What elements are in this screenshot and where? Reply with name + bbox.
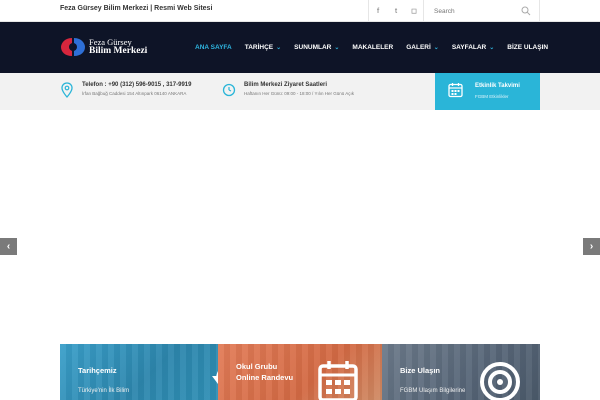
- event-calendar-link[interactable]: Etkinlik Takvimi FGBM Etkinlikler: [435, 73, 540, 110]
- calendar-icon: [318, 361, 358, 400]
- chevron-down-icon: ⌄: [334, 45, 340, 51]
- nav-item-tarihce[interactable]: TARİHÇE ⌄: [245, 44, 281, 51]
- card-subtitle: FGBM Ulaşım Bilgilerine: [400, 388, 466, 394]
- search-box: [423, 0, 540, 22]
- chevron-down-icon: ⌄: [489, 45, 495, 51]
- card-title: Okul Grubu Online Randevu: [236, 362, 293, 383]
- hours-info: Bilim Merkezi Ziyaret Saatleri Haftanın …: [222, 82, 354, 98]
- feature-card-contact[interactable]: Bize Ulaşın FGBM Ulaşım Bilgilerine: [382, 344, 540, 400]
- nav-item-makaleler[interactable]: MAKALELER: [352, 44, 393, 51]
- nav-menu: ANA SAYFA TARİHÇE ⌄ SUNUMLAR ⌄ MAKALELER…: [195, 22, 561, 73]
- card-title-line1: Okul Grubu: [236, 362, 278, 371]
- nav-item-ana-sayfa[interactable]: ANA SAYFA: [195, 44, 232, 51]
- social-links: f t ◻: [368, 0, 423, 22]
- card-title: Bize Ulaşın: [400, 366, 441, 375]
- site-title: Feza Gürsey Bilim Merkezi | Resmi Web Si…: [60, 5, 213, 12]
- nav-item-galeri[interactable]: GALERİ ⌄: [406, 44, 439, 51]
- logo-line1: Feza Gürsey: [89, 36, 132, 47]
- nav-item-label: MAKALELER: [352, 44, 394, 51]
- card-title: Tarihçemiz: [78, 366, 117, 375]
- chevron-down-icon: ⌄: [276, 45, 282, 51]
- facebook-icon[interactable]: f: [369, 0, 387, 22]
- hero-slider: ‹ ›: [0, 110, 600, 344]
- nav-item-label: BİZE ULAŞIN: [507, 44, 549, 51]
- nav-item-label: SAYFALAR: [451, 44, 487, 51]
- logo-icon: [61, 38, 85, 56]
- nav-item-label: GALERİ: [406, 44, 431, 51]
- calendar-icon: [448, 83, 463, 98]
- target-icon: [480, 362, 520, 400]
- phone-info-title: Telefon : +90 (312) 596-9015 , 317-9919: [82, 82, 192, 88]
- search-icon[interactable]: [521, 6, 531, 16]
- calendar-title: Etkinlik Takvimi: [475, 83, 520, 89]
- card-subtitle: Türkiye'nin İlk Bilim: [78, 388, 130, 394]
- phone-info-address: İrfan Bağbuğ Caddesi 154 Altınpark 06140…: [82, 91, 187, 96]
- slider-next-button[interactable]: ›: [583, 238, 600, 255]
- logo-text: Feza Gürsey Bilim Merkezi: [89, 36, 148, 57]
- phone-info: Telefon : +90 (312) 596-9015 , 317-9919 …: [60, 82, 191, 98]
- page: Feza Gürsey Bilim Merkezi | Resmi Web Si…: [0, 0, 600, 400]
- feature-card-history[interactable]: Tarihçemiz Türkiye'nin İlk Bilim: [60, 344, 220, 400]
- top-bar: Feza Gürsey Bilim Merkezi | Resmi Web Si…: [0, 0, 600, 22]
- nav-item-sayfalar[interactable]: SAYFALAR ⌄: [452, 44, 494, 51]
- nav-item-bize-ulasin[interactable]: BİZE ULAŞIN: [507, 44, 548, 51]
- slider-prev-button[interactable]: ‹: [0, 238, 17, 255]
- logo-line2: Bilim Merkezi: [89, 46, 148, 56]
- calendar-subtitle: FGBM Etkinlikler: [475, 94, 509, 99]
- chevron-down-icon: ⌄: [433, 45, 439, 51]
- hours-info-detail: Haftanın Her Günü: 09:00 - 18:00 / Yılın…: [244, 91, 354, 96]
- nav-item-sunumlar[interactable]: SUNUMLAR ⌄: [294, 44, 339, 51]
- twitter-icon[interactable]: t: [387, 0, 405, 22]
- instagram-icon[interactable]: ◻: [405, 0, 423, 22]
- clock-icon: [222, 83, 236, 97]
- nav-item-label: ANA SAYFA: [195, 44, 232, 51]
- nav-item-label: SUNUMLAR: [294, 44, 332, 51]
- nav-item-label: TARİHÇE: [244, 44, 274, 51]
- search-input[interactable]: [434, 5, 519, 17]
- site-logo[interactable]: Feza Gürsey Bilim Merkezi: [60, 32, 147, 62]
- location-pin-icon: [61, 82, 73, 98]
- card-title-line2: Online Randevu: [236, 372, 294, 382]
- hours-info-title: Bilim Merkezi Ziyaret Saatleri: [244, 82, 328, 88]
- main-navbar: Feza Gürsey Bilim Merkezi ANA SAYFA TARİ…: [0, 22, 600, 73]
- feature-card-appointment[interactable]: Okul Grubu Online Randevu: [218, 344, 382, 400]
